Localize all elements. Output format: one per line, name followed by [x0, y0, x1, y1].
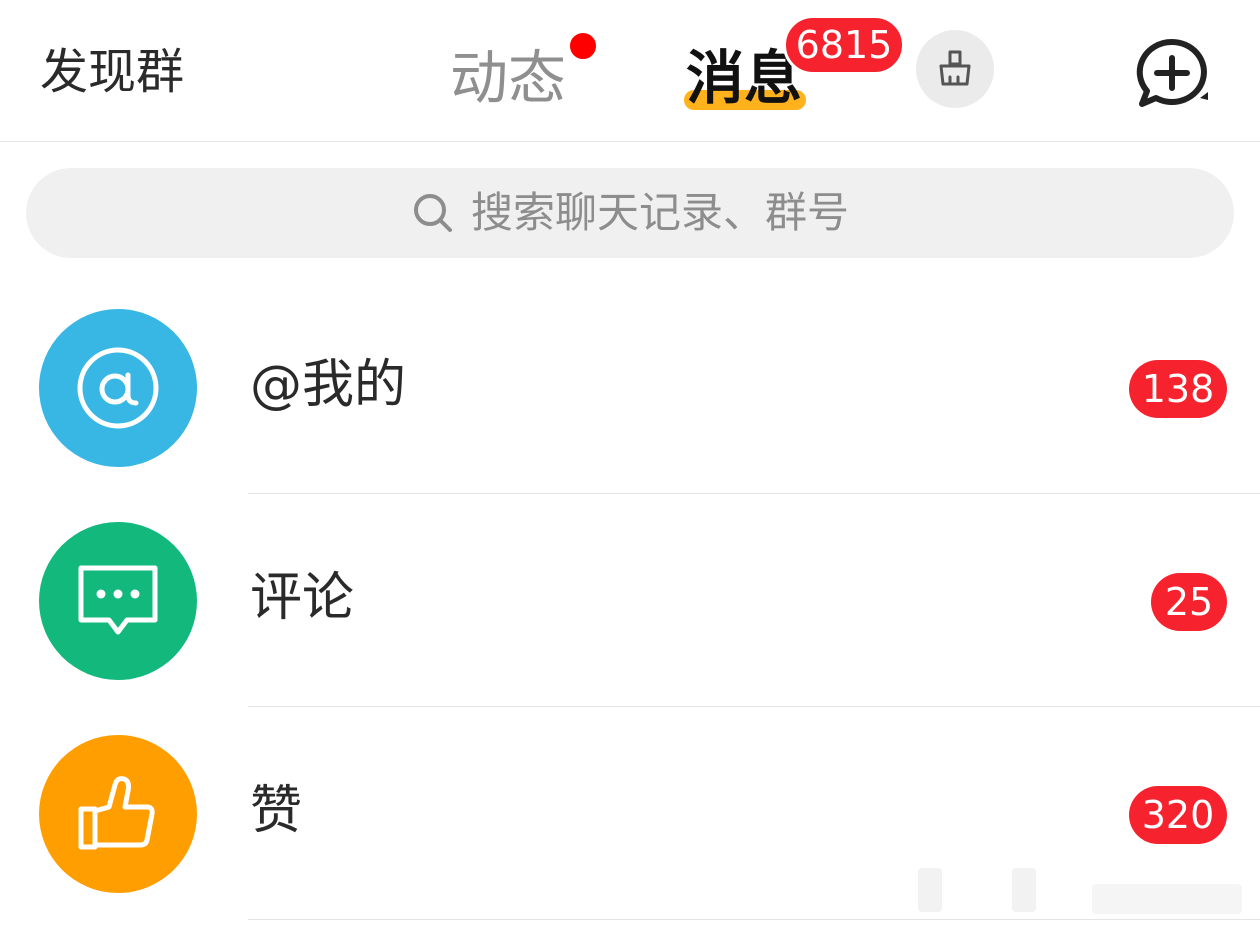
thumbs-up-icon — [75, 771, 161, 857]
broom-icon — [933, 47, 977, 91]
search-placeholder: 搜索聊天记录、群号 — [470, 188, 849, 237]
messages-count-badge: 6815 — [783, 15, 905, 75]
list-item-label: 赞 — [250, 781, 303, 841]
list-item-label: 评论 — [250, 568, 355, 628]
list-item-likes[interactable]: 赞 320 — [0, 707, 1260, 920]
overlay-artifact — [1092, 884, 1242, 914]
search-icon — [411, 191, 455, 235]
overlay-artifact — [1012, 868, 1036, 912]
list-item-label: @我的 — [250, 355, 407, 415]
unread-badge: 320 — [1129, 786, 1227, 844]
tab-feed[interactable]: 动态 — [450, 40, 566, 116]
mentions-avatar — [39, 309, 197, 467]
likes-avatar — [39, 735, 197, 893]
discover-groups-link[interactable]: 发现群 — [40, 40, 184, 104]
at-icon — [73, 343, 163, 433]
overlay-artifact — [918, 868, 942, 912]
list-item-mentions[interactable]: @我的 138 — [0, 281, 1260, 494]
tab-feed-label: 动态 — [450, 44, 567, 112]
new-chat-button[interactable] — [1134, 36, 1214, 110]
search-bar[interactable]: 搜索聊天记录、群号 — [26, 168, 1234, 258]
feed-unread-dot — [567, 30, 599, 62]
list-item-comments[interactable]: 评论 25 — [0, 494, 1260, 707]
clear-unread-button[interactable] — [916, 30, 994, 108]
divider — [248, 919, 1260, 920]
top-bar: 发现群 动态 消息 6815 — [0, 0, 1260, 142]
unread-badge: 138 — [1129, 360, 1227, 418]
comment-icon — [75, 558, 161, 644]
unread-badge: 25 — [1151, 573, 1227, 631]
chat-plus-icon — [1134, 36, 1214, 110]
comments-avatar — [39, 522, 197, 680]
